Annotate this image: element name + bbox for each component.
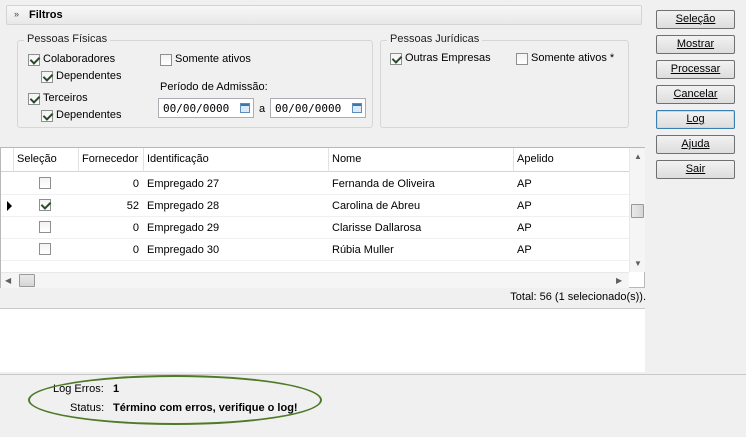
date-to-value: 00/00/0000 [275, 102, 342, 115]
cell-identificacao: Empregado 30 [147, 244, 220, 256]
collapse-icon[interactable]: » [14, 9, 19, 19]
empty-panel [0, 308, 645, 372]
cell-apelido: AP [517, 200, 532, 212]
processar-button[interactable]: Processar [656, 60, 735, 79]
row-select-checkbox[interactable] [39, 221, 51, 233]
column-header-apelido[interactable]: Apelido [514, 148, 629, 172]
column-header-nome[interactable]: Nome [329, 148, 514, 172]
terceiros-dependentes-checkbox[interactable] [41, 110, 53, 122]
table-row[interactable]: 0 Empregado 29 Clarisse Dallarosa AP [1, 217, 629, 239]
table-row[interactable]: 0 Empregado 27 Fernanda de Oliveira AP [1, 173, 629, 195]
scroll-left-icon[interactable]: ◀ [5, 276, 11, 285]
date-from-input[interactable]: 00/00/0000 [158, 98, 254, 118]
horizontal-scroll-thumb[interactable] [19, 274, 35, 287]
colaboradores-dependentes-label[interactable]: Dependentes [56, 70, 121, 82]
column-header-selecao[interactable]: Seleção [14, 148, 79, 172]
cell-identificacao: Empregado 28 [147, 200, 220, 212]
mostrar-button[interactable]: Mostrar [656, 35, 735, 54]
pf-somente-ativos-label[interactable]: Somente ativos [175, 53, 251, 65]
column-header-identificacao[interactable]: Identificação [144, 148, 329, 172]
colaboradores-dependentes-checkbox[interactable] [41, 71, 53, 83]
horizontal-scrollbar[interactable]: ◀ ▶ [1, 272, 629, 288]
calendar-icon[interactable] [240, 103, 250, 113]
scroll-down-icon[interactable]: ▼ [634, 259, 642, 268]
selecao-button[interactable]: Seleção [656, 10, 735, 29]
annotation-ellipse [28, 375, 322, 425]
column-header-fornecedor[interactable]: Fornecedor [79, 148, 144, 172]
row-header-corner [1, 148, 14, 172]
cell-identificacao: Empregado 29 [147, 222, 220, 234]
cell-fornecedor: 0 [132, 222, 139, 234]
data-grid[interactable]: Seleção Fornecedor Identificação Nome Ap… [0, 147, 645, 288]
colaboradores-checkbox[interactable] [28, 54, 40, 66]
filters-header[interactable]: » Filtros [6, 5, 642, 25]
cell-fornecedor: 0 [132, 244, 139, 256]
scroll-right-icon[interactable]: ▶ [616, 276, 622, 285]
sair-button[interactable]: Sair [656, 160, 735, 179]
cancelar-button[interactable]: Cancelar [656, 85, 735, 104]
date-to-input[interactable]: 00/00/0000 [270, 98, 366, 118]
cell-apelido: AP [517, 178, 532, 190]
pf-somente-ativos-checkbox[interactable] [160, 54, 172, 66]
table-row[interactable]: 52 Empregado 28 Carolina de Abreu AP [1, 195, 629, 217]
calendar-icon[interactable] [352, 103, 362, 113]
log-button[interactable]: Log [656, 110, 735, 129]
row-select-checkbox[interactable] [39, 199, 51, 211]
outras-empresas-label[interactable]: Outras Empresas [405, 52, 491, 64]
date-from-value: 00/00/0000 [163, 102, 230, 115]
cell-apelido: AP [517, 244, 532, 256]
colaboradores-label[interactable]: Colaboradores [43, 53, 115, 65]
current-row-indicator-icon [7, 201, 12, 211]
cell-nome: Rúbia Muller [332, 244, 394, 256]
grid-total: Total: 56 (1 selecionado(s)). [510, 291, 646, 303]
pj-somente-ativos-label[interactable]: Somente ativos * [531, 52, 614, 64]
pessoas-juridicas-title: Pessoas Jurídicas [387, 33, 483, 45]
pessoas-fisicas-title: Pessoas Físicas [24, 33, 111, 45]
row-select-checkbox[interactable] [39, 177, 51, 189]
cell-fornecedor: 0 [132, 178, 139, 190]
ajuda-button[interactable]: Ajuda [656, 135, 735, 154]
periodo-admissao-label: Período de Admissão: [160, 81, 268, 93]
cell-nome: Clarisse Dallarosa [332, 222, 422, 234]
filters-title: Filtros [29, 9, 63, 21]
vertical-scrollbar[interactable]: ▲ ▼ [629, 148, 645, 272]
row-select-checkbox[interactable] [39, 243, 51, 255]
pj-somente-ativos-checkbox[interactable] [516, 53, 528, 65]
cell-nome: Fernanda de Oliveira [332, 178, 435, 190]
date-separator: a [259, 103, 266, 115]
terceiros-label[interactable]: Terceiros [43, 92, 88, 104]
table-row[interactable]: 0 Empregado 30 Rúbia Muller AP [1, 239, 629, 261]
terceiros-checkbox[interactable] [28, 93, 40, 105]
cell-identificacao: Empregado 27 [147, 178, 220, 190]
cell-fornecedor: 52 [126, 200, 139, 212]
cell-nome: Carolina de Abreu [332, 200, 421, 212]
scroll-up-icon[interactable]: ▲ [634, 152, 642, 161]
vertical-scroll-thumb[interactable] [631, 204, 644, 218]
cell-apelido: AP [517, 222, 532, 234]
outras-empresas-checkbox[interactable] [390, 53, 402, 65]
terceiros-dependentes-label[interactable]: Dependentes [56, 109, 121, 121]
